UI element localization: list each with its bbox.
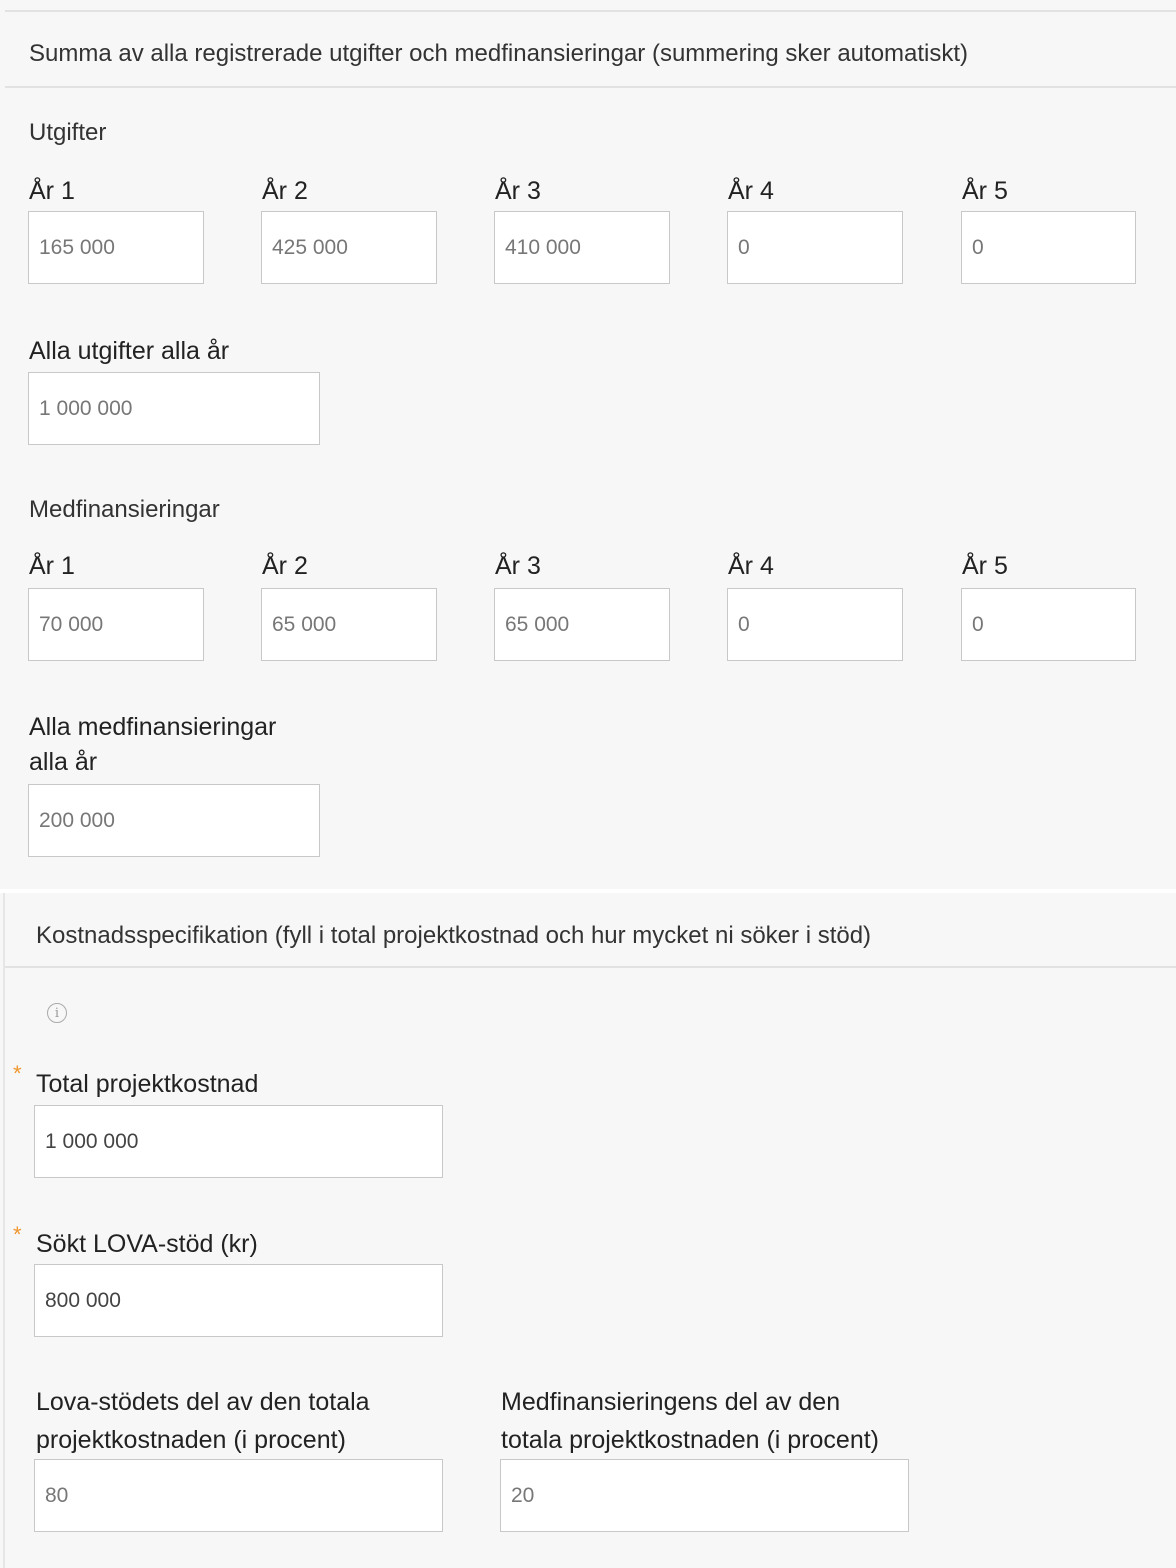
cofinancing-year-3-value: 65 000 [505,612,570,636]
summary-header: Summa av alla registrerade utgifter och … [29,40,969,67]
cofin-share-field[interactable]: 20 [500,1459,909,1532]
expenses-total-label: Alla utgifter alla år [29,337,230,365]
required-marker-lova: * [13,1222,22,1247]
cost-spec-left-border [3,893,5,1568]
cofinancing-total-field[interactable]: 200 000 [28,784,320,857]
lova-share-field[interactable]: 80 [34,1459,443,1532]
cofinancing-year-1-value: 70 000 [39,612,104,636]
cofinancing-year-1-field[interactable]: 70 000 [28,588,204,661]
cost-spec-header-divider [5,966,1176,968]
required-marker-total-cost: * [13,1061,22,1086]
lova-support-value: 800 000 [45,1288,121,1312]
cofinancing-year-3-field[interactable]: 65 000 [494,588,670,661]
cofinancing-year-1-label: År 1 [29,552,75,580]
cofinancing-title: Medfinansieringar [29,496,220,523]
expenses-year-1-field[interactable]: 165 000 [28,211,204,284]
cofinancing-year-4-value: 0 [738,612,750,636]
expenses-year-3-label: År 3 [495,177,541,205]
cofin-share-label-line1: Medfinansieringens del av den [501,1388,841,1416]
cofinancing-total-value: 200 000 [39,808,115,832]
cofinancing-total-label-line2: alla år [29,748,98,776]
cofinancing-year-2-field[interactable]: 65 000 [261,588,437,661]
lova-support-input[interactable]: 800 000 [34,1264,443,1337]
total-cost-input[interactable]: 1 000 000 [34,1105,443,1178]
expenses-year-4-field[interactable]: 0 [727,211,903,284]
info-icon[interactable]: i [47,1003,67,1023]
cofinancing-year-5-label: År 5 [962,552,1008,580]
expenses-year-3-value: 410 000 [505,235,581,259]
expenses-total-value: 1 000 000 [39,396,133,420]
expenses-total-field[interactable]: 1 000 000 [28,372,320,445]
expenses-year-2-label: År 2 [262,177,308,205]
expenses-year-4-value: 0 [738,235,750,259]
expenses-year-5-field[interactable]: 0 [961,211,1136,284]
total-cost-value: 1 000 000 [45,1129,139,1153]
expenses-title: Utgifter [29,119,107,146]
cofinancing-year-4-label: År 4 [728,552,774,580]
cofinancing-year-3-label: År 3 [495,552,541,580]
expenses-year-1-value: 165 000 [39,235,115,259]
lova-share-label-line1: Lova-stödets del av den totala [36,1388,370,1416]
cofinancing-year-5-field[interactable]: 0 [961,588,1136,661]
lova-share-value: 80 [45,1483,69,1507]
expenses-year-2-field[interactable]: 425 000 [261,211,437,284]
top-divider [5,10,1176,12]
cofin-share-label-line2: totala projektkostnaden (i procent) [501,1426,879,1454]
cost-spec-header: Kostnadsspecifikation (fyll i total proj… [36,922,872,949]
lova-support-label: Sökt LOVA-stöd (kr) [36,1230,258,1258]
cofinancing-year-2-label: År 2 [262,552,308,580]
summary-header-divider [5,86,1176,88]
expenses-year-4-label: År 4 [728,177,774,205]
expenses-year-1-label: År 1 [29,177,75,205]
section-separator [0,889,1176,893]
lova-share-label-line2: projektkostnaden (i procent) [36,1426,346,1454]
cofinancing-total-label-line1: Alla medfinansieringar [29,713,277,741]
expenses-year-3-field[interactable]: 410 000 [494,211,670,284]
cofinancing-year-2-value: 65 000 [272,612,337,636]
cofinancing-year-4-field[interactable]: 0 [727,588,903,661]
cofinancing-year-5-value: 0 [972,612,984,636]
cofin-share-value: 20 [511,1483,535,1507]
total-cost-label: Total projektkostnad [36,1070,259,1098]
expenses-year-5-value: 0 [972,235,984,259]
expenses-year-5-label: År 5 [962,177,1008,205]
expenses-year-2-value: 425 000 [272,235,348,259]
